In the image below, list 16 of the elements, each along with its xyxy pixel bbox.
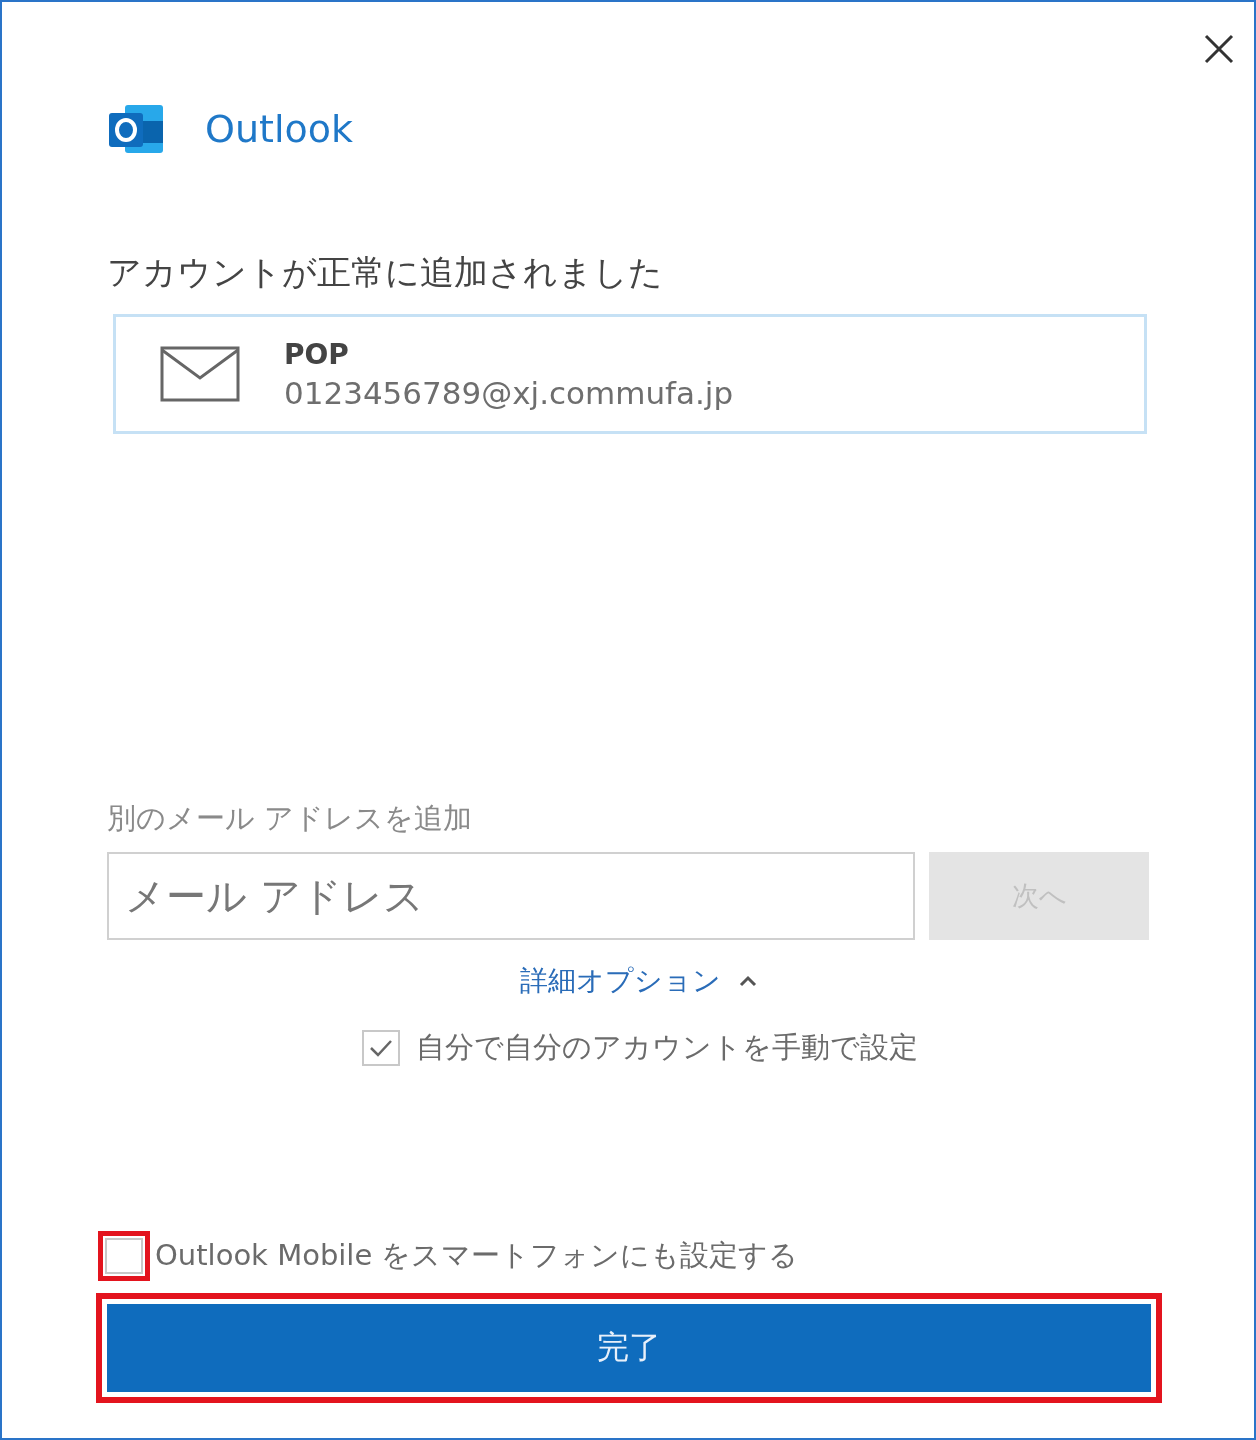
checkbox-label: Outlook Mobile をスマートフォンにも設定する [155,1237,799,1274]
email-input[interactable]: メール アドレス [107,852,915,940]
checkmark-icon [368,1038,393,1058]
envelope-icon [160,346,240,402]
finish-button[interactable]: 完了 [107,1304,1151,1392]
close-button[interactable] [1204,34,1234,64]
close-icon [1204,34,1234,64]
checkbox-label: 自分で自分のアカウントを手動で設定 [415,1029,918,1066]
advanced-options-link[interactable]: 詳細オプション [520,962,757,1000]
checkbox[interactable] [361,1030,400,1066]
status-heading: アカウントが正常に追加されました [107,252,664,292]
field-label: 別のメール アドレスを追加 [107,800,474,836]
checkbox[interactable] [105,1238,143,1274]
app-name: Outlook [205,107,353,151]
account-type: POP [284,337,350,371]
account-email: 0123456789@xj.commufa.jp [284,374,734,411]
